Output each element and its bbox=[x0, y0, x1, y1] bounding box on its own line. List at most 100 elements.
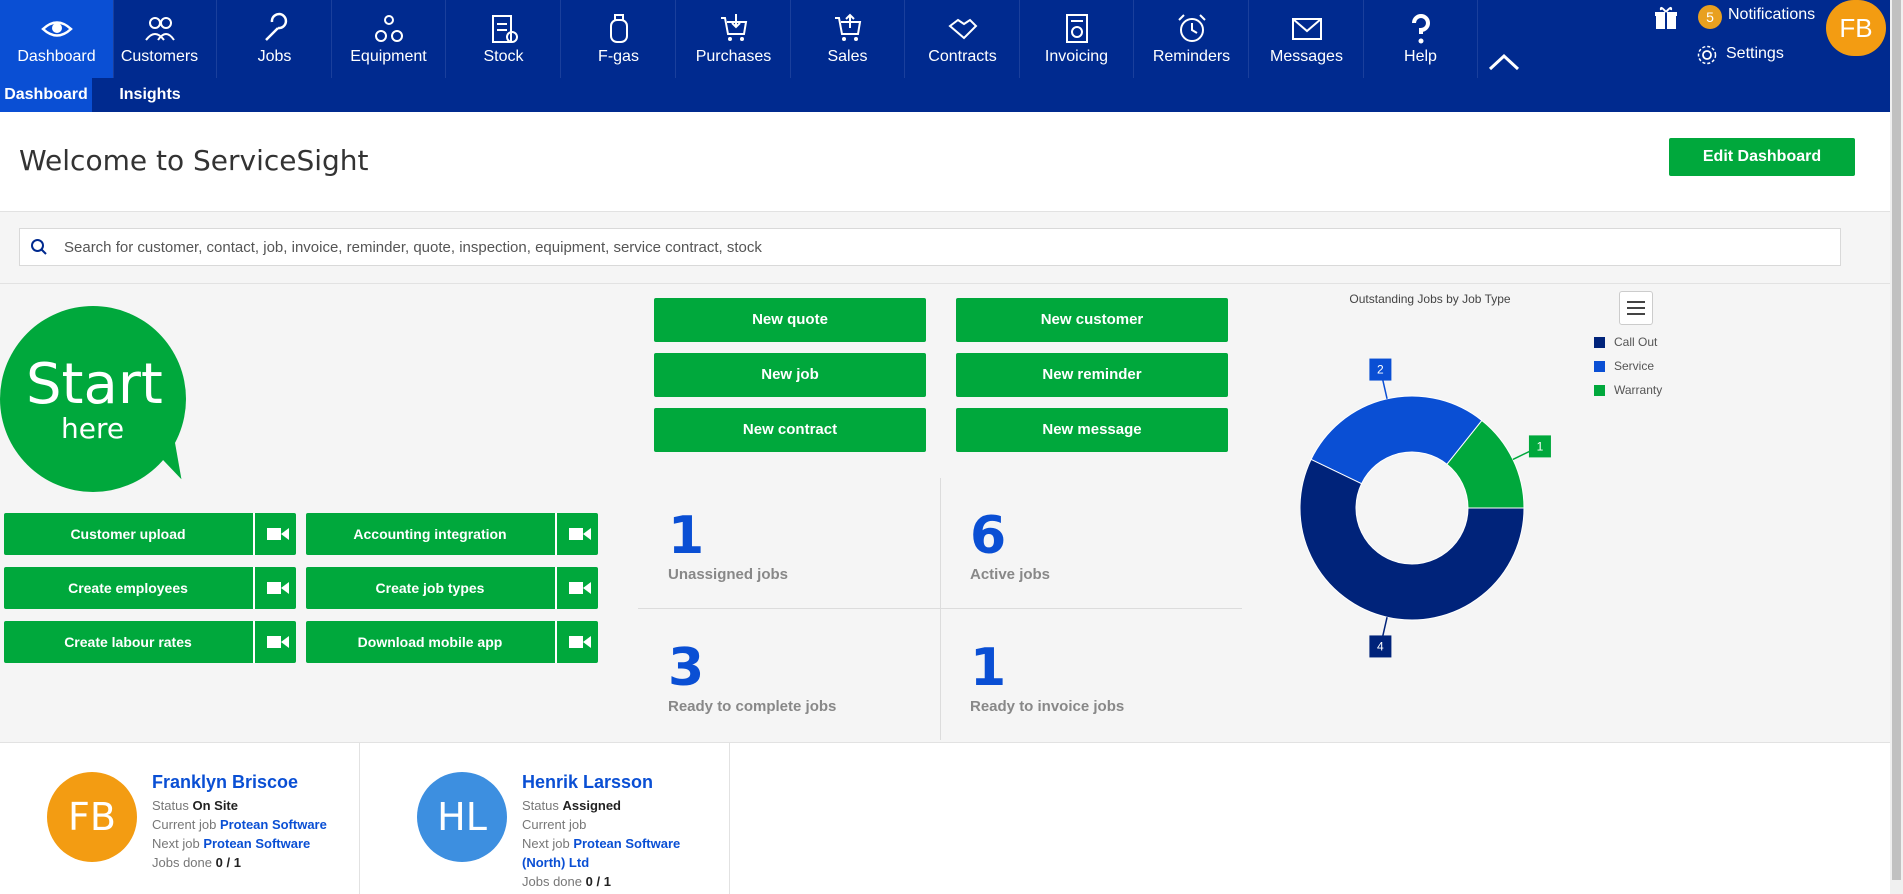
nav-fgas[interactable]: F-gas bbox=[562, 0, 676, 78]
create-labour-rates-button[interactable]: Create labour rates bbox=[4, 621, 296, 663]
gift-icon[interactable] bbox=[1652, 4, 1680, 32]
edit-dashboard-button[interactable]: Edit Dashboard bbox=[1669, 138, 1855, 176]
nav-label: F-gas bbox=[598, 48, 639, 65]
video-button[interactable] bbox=[253, 513, 296, 555]
legend-label: Call Out bbox=[1614, 335, 1658, 349]
gear-icon[interactable] bbox=[1696, 44, 1718, 66]
stat-ready-to-complete-jobs[interactable]: 3 Ready to complete jobs bbox=[668, 638, 836, 715]
page-title: Welcome to ServiceSight bbox=[19, 144, 369, 177]
nav-jobs[interactable]: Jobs bbox=[218, 0, 332, 78]
start-here-title: Start bbox=[26, 352, 163, 417]
invoice-icon bbox=[1066, 14, 1088, 43]
legend-label: Warranty bbox=[1614, 383, 1663, 397]
status-key: Status bbox=[152, 798, 189, 813]
wrench-icon bbox=[265, 12, 288, 41]
search-input[interactable] bbox=[64, 230, 1834, 264]
video-button[interactable] bbox=[253, 621, 296, 663]
create-employees-button[interactable]: Create employees bbox=[4, 567, 296, 609]
tab-dashboard[interactable]: Dashboard bbox=[0, 78, 92, 112]
jobs-done-value: 0 / 1 bbox=[585, 874, 611, 889]
video-button[interactable] bbox=[555, 513, 598, 555]
new-contract-button[interactable]: New contract bbox=[654, 408, 926, 452]
stat-active-jobs[interactable]: 6 Active jobs bbox=[970, 506, 1050, 583]
download-mobile-app-button[interactable]: Download mobile app bbox=[306, 621, 598, 663]
video-camera-icon bbox=[569, 636, 591, 648]
new-message-button[interactable]: New message bbox=[956, 408, 1228, 452]
current-job-link[interactable]: Protean Software bbox=[220, 817, 327, 832]
setup-label: Create job types bbox=[375, 580, 485, 596]
employee-avatar[interactable]: HL bbox=[417, 772, 507, 862]
next-job-key: Next job bbox=[522, 836, 570, 851]
new-customer-button[interactable]: New customer bbox=[956, 298, 1228, 342]
video-button[interactable] bbox=[555, 621, 598, 663]
new-reminder-button[interactable]: New reminder bbox=[956, 353, 1228, 397]
next-job-link[interactable]: Protean Software bbox=[203, 836, 310, 851]
video-camera-icon bbox=[267, 582, 289, 594]
stat-label: Ready to complete jobs bbox=[668, 698, 837, 715]
current-job-key: Current job bbox=[522, 817, 587, 832]
nav-label: Equipment bbox=[350, 48, 427, 65]
card-divider bbox=[729, 742, 730, 894]
chevron-up-icon[interactable] bbox=[1487, 52, 1521, 72]
nav-dashboard[interactable]: Dashboard bbox=[0, 0, 114, 78]
setup-label: Accounting integration bbox=[353, 526, 507, 542]
top-nav: Dashboard Customers Jobs Equipment Stock… bbox=[0, 0, 1890, 78]
nav-reminders[interactable]: Reminders bbox=[1135, 0, 1249, 78]
new-job-button[interactable]: New job bbox=[654, 353, 926, 397]
stat-ready-to-invoice-jobs[interactable]: 1 Ready to invoice jobs bbox=[970, 638, 1124, 715]
question-icon bbox=[1412, 14, 1430, 44]
notifications-count-badge[interactable]: 5 bbox=[1698, 5, 1722, 29]
stat-value: 6 bbox=[970, 506, 1007, 566]
nav-purchases[interactable]: Purchases bbox=[677, 0, 791, 78]
gas-cylinder-icon bbox=[610, 14, 628, 43]
customer-upload-button[interactable]: Customer upload bbox=[4, 513, 296, 555]
setup-label: Create labour rates bbox=[64, 634, 192, 650]
nav-help[interactable]: Help bbox=[1364, 0, 1478, 78]
nav-label: Invoicing bbox=[1044, 48, 1109, 65]
employee-avatar[interactable]: FB bbox=[47, 772, 137, 862]
settings-link[interactable]: Settings bbox=[1726, 45, 1784, 63]
alarm-clock-icon bbox=[1178, 14, 1206, 42]
nav-customers[interactable]: Customers bbox=[103, 0, 217, 78]
notifications-link[interactable]: Notifications bbox=[1728, 6, 1815, 24]
employee-name[interactable]: Henrik Larsson bbox=[522, 772, 653, 793]
nav-invoicing[interactable]: Invoicing bbox=[1020, 0, 1134, 78]
data-label: 1 bbox=[1537, 439, 1544, 453]
nav-contracts[interactable]: Contracts bbox=[906, 0, 1020, 78]
search-box[interactable] bbox=[19, 228, 1841, 266]
setup-label: Download mobile app bbox=[357, 634, 503, 650]
stat-value: 1 bbox=[970, 638, 1007, 698]
data-label: 4 bbox=[1377, 639, 1384, 653]
stat-unassigned-jobs[interactable]: 1 Unassigned jobs bbox=[668, 506, 788, 583]
new-quote-button[interactable]: New quote bbox=[654, 298, 926, 342]
video-camera-icon bbox=[569, 582, 591, 594]
nav-stock[interactable]: Stock bbox=[447, 0, 561, 78]
employee-name[interactable]: Franklyn Briscoe bbox=[152, 772, 298, 793]
nav-label: Jobs bbox=[257, 48, 292, 65]
video-button[interactable] bbox=[555, 567, 598, 609]
jobs-done-value: 0 / 1 bbox=[215, 855, 241, 870]
nav-label: Stock bbox=[483, 48, 524, 65]
scrollbar-thumb[interactable] bbox=[1892, 0, 1901, 880]
chart-menu-button[interactable] bbox=[1619, 291, 1653, 325]
handshake-icon bbox=[948, 18, 978, 40]
create-job-types-button[interactable]: Create job types bbox=[306, 567, 598, 609]
scrollbar[interactable] bbox=[1890, 0, 1903, 894]
nav-messages[interactable]: Messages bbox=[1250, 0, 1364, 78]
nav-equipment[interactable]: Equipment bbox=[332, 0, 446, 78]
status-key: Status bbox=[522, 798, 559, 813]
stock-icon bbox=[492, 15, 518, 43]
status-value: Assigned bbox=[562, 798, 621, 813]
stats-divider-vertical bbox=[940, 478, 941, 740]
tab-insights[interactable]: Insights bbox=[100, 78, 200, 112]
user-avatar[interactable]: FB bbox=[1826, 0, 1886, 56]
stat-label: Unassigned jobs bbox=[668, 566, 789, 583]
cart-down-icon bbox=[721, 14, 748, 41]
cart-up-icon bbox=[835, 13, 862, 41]
donut-chart: 1 2 4 bbox=[1300, 358, 1551, 658]
nav-sales[interactable]: Sales bbox=[791, 0, 905, 78]
hamburger-icon bbox=[1627, 301, 1645, 315]
video-button[interactable] bbox=[253, 567, 296, 609]
accounting-integration-button[interactable]: Accounting integration bbox=[306, 513, 598, 555]
nav-label: Sales bbox=[827, 48, 868, 65]
